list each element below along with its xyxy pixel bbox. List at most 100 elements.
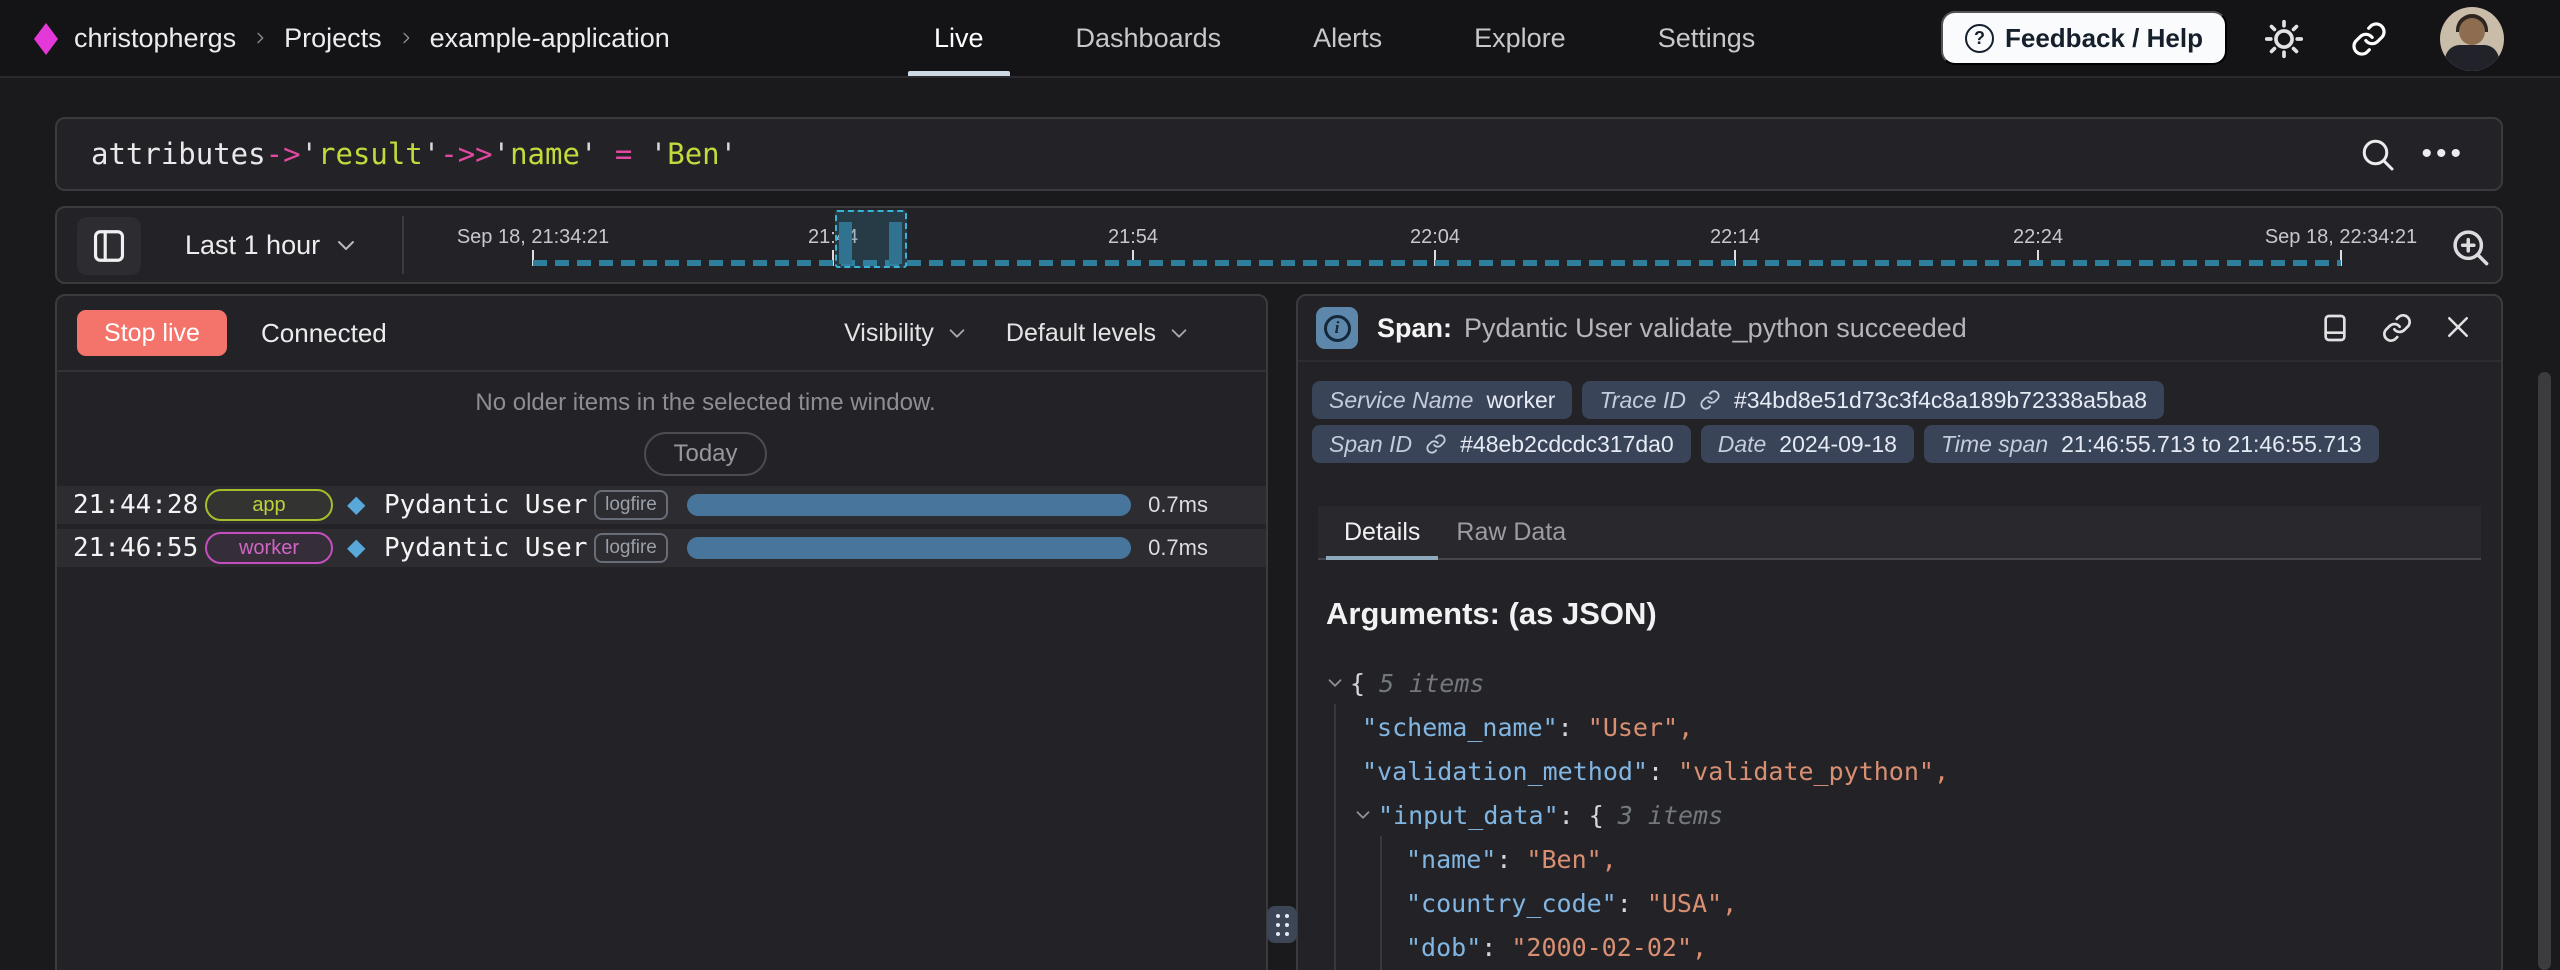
activity-bar: [889, 222, 902, 264]
json-entry: "name": "Ben",: [1324, 838, 2471, 882]
span-meta-badges: Service Name worker Trace ID #34bd8e51d7…: [1312, 381, 2487, 469]
json-entry: "input_data": {3 items: [1324, 794, 2471, 838]
span-kind-icon: ◆: [347, 486, 365, 523]
query-token: ': [580, 137, 597, 171]
json-entry: "schema_name": "User",: [1324, 706, 2471, 750]
time-range-dropdown[interactable]: Last 1 hour: [185, 208, 358, 282]
live-feed-header: Stop live Connected Visibility Default l…: [57, 296, 1266, 372]
json-entry: "validation_method": "validate_python",: [1324, 750, 2471, 794]
timeline-selection-region[interactable]: [835, 210, 907, 268]
live-feed-panel: Stop live Connected Visibility Default l…: [55, 294, 1268, 970]
sidebar-toggle-button[interactable]: [77, 217, 141, 275]
logfire-logo-icon[interactable]: [34, 23, 58, 55]
query-actions: •••: [2359, 136, 2465, 172]
close-icon[interactable]: [2443, 312, 2475, 344]
arguments-heading: Arguments: (as JSON): [1326, 596, 1657, 632]
detail-tabs: Details Raw Data: [1318, 506, 2481, 560]
chevron-right-icon: [252, 25, 268, 51]
query-token: ': [650, 137, 667, 171]
service-badge: worker: [205, 532, 333, 564]
default-levels-dropdown[interactable]: Default levels: [1006, 319, 1190, 348]
query-token: ': [493, 137, 510, 171]
primary-nav: Live Dashboards Alerts Explore Settings: [908, 0, 1781, 76]
scope-badge: logfire: [594, 533, 668, 563]
chevron-right-icon: [398, 25, 414, 51]
tab-raw-data[interactable]: Raw Data: [1438, 506, 1584, 558]
span-title: Pydantic User validate_python succeeded: [1464, 313, 1967, 344]
nav-item-live[interactable]: Live: [908, 0, 1010, 76]
feedback-help-button[interactable]: ? Feedback / Help: [1941, 11, 2227, 65]
feed-row[interactable]: 21:46:55 worker ◆ Pydantic User logfire …: [57, 529, 1266, 567]
tab-details[interactable]: Details: [1326, 506, 1438, 558]
collapse-caret-icon[interactable]: [1352, 804, 1374, 826]
share-link-icon[interactable]: [2350, 20, 2388, 58]
row-timestamp: 21:44:28: [73, 486, 198, 524]
timeline-activity-track: [533, 260, 2341, 266]
more-options-icon[interactable]: •••: [2421, 139, 2465, 169]
span-kind-label: Span:: [1377, 313, 1452, 344]
arguments-json-tree: {5 items "schema_name": "User", "validat…: [1324, 662, 2471, 970]
time-range-label: Last 1 hour: [185, 230, 320, 261]
zoom-in-icon[interactable]: [2449, 226, 2491, 268]
scrollbar-thumb[interactable]: [2538, 372, 2551, 970]
nav-item-explore[interactable]: Explore: [1448, 0, 1592, 76]
collapse-caret-icon[interactable]: [1324, 672, 1346, 694]
panel-resize-handle[interactable]: [1267, 906, 1297, 943]
connection-status: Connected: [261, 318, 387, 349]
row-title: Pydantic User: [384, 529, 588, 567]
link-icon: [1425, 433, 1447, 455]
theme-toggle-sun-icon[interactable]: [2262, 17, 2306, 61]
feed-rows: 21:44:28 app ◆ Pydantic User logfire 0.7…: [57, 486, 1266, 572]
span-id-badge[interactable]: Span ID #48eb2cdcdc317da0: [1312, 425, 1691, 463]
query-token: ->>: [440, 137, 492, 171]
breadcrumb-section[interactable]: Projects: [284, 23, 382, 54]
visibility-dropdown[interactable]: Visibility: [844, 319, 968, 348]
service-name-badge: Service Name worker: [1312, 381, 1572, 419]
search-icon[interactable]: [2359, 136, 2395, 172]
feed-empty-state: No older items in the selected time wind…: [145, 372, 1266, 476]
breadcrumb-org[interactable]: christophergs: [74, 23, 236, 54]
query-expression: attributes->'result'->>'name' = 'Ben': [91, 137, 737, 171]
feed-row[interactable]: 21:44:28 app ◆ Pydantic User logfire 0.7…: [57, 486, 1266, 524]
chevron-down-icon: [946, 322, 968, 344]
divider: [402, 216, 404, 274]
nav-item-alerts[interactable]: Alerts: [1287, 0, 1408, 76]
query-token: attributes: [91, 137, 266, 171]
user-avatar[interactable]: [2440, 7, 2504, 71]
nav-item-settings[interactable]: Settings: [1632, 0, 1782, 76]
json-entry: "dob": "2000-02-02",: [1324, 926, 2471, 970]
stop-live-button[interactable]: Stop live: [77, 310, 227, 356]
date-badge: Date 2024-09-18: [1701, 425, 1914, 463]
chevron-down-icon: [334, 233, 358, 257]
link-icon: [1699, 389, 1721, 411]
trace-id-badge[interactable]: Trace ID #34bd8e51d73c3f4c8a189b72338a5b…: [1582, 381, 2164, 419]
copy-link-icon[interactable]: [2381, 312, 2413, 344]
avatar-face: [2459, 18, 2485, 45]
info-icon: i: [1316, 307, 1358, 349]
breadcrumb-project[interactable]: example-application: [430, 23, 670, 54]
query-input[interactable]: attributes->'result'->>'name' = 'Ben' ••…: [55, 117, 2503, 191]
question-mark-icon: ?: [1965, 24, 1994, 53]
today-button[interactable]: Today: [644, 432, 766, 476]
scope-badge: logfire: [594, 490, 668, 520]
logfire-live-view: christophergs Projects example-applicati…: [0, 0, 2560, 970]
breadcrumb: christophergs Projects example-applicati…: [74, 0, 670, 76]
query-token: ': [301, 137, 318, 171]
empty-message: No older items in the selected time wind…: [145, 389, 1266, 417]
row-duration: 0.7ms: [1148, 529, 1208, 567]
time-span-badge: Time span 21:46:55.713 to 21:46:55.713: [1924, 425, 2379, 463]
span-kind-icon: ◆: [347, 529, 365, 566]
feedback-help-label: Feedback / Help: [2005, 23, 2203, 54]
nav-item-dashboards[interactable]: Dashboards: [1050, 0, 1248, 76]
dock-panel-icon[interactable]: [2319, 312, 2351, 344]
query-token: ': [423, 137, 440, 171]
duration-bar: [687, 537, 1131, 559]
duration-bar: [687, 494, 1131, 516]
chevron-down-icon: [1168, 322, 1190, 344]
query-token: Ben: [667, 137, 719, 171]
span-detail-header: i Span: Pydantic User validate_python su…: [1298, 296, 2501, 362]
avatar-body: [2445, 45, 2499, 71]
query-token: =: [597, 137, 649, 171]
json-entry: "country_code": "USA",: [1324, 882, 2471, 926]
query-token: ': [720, 137, 737, 171]
